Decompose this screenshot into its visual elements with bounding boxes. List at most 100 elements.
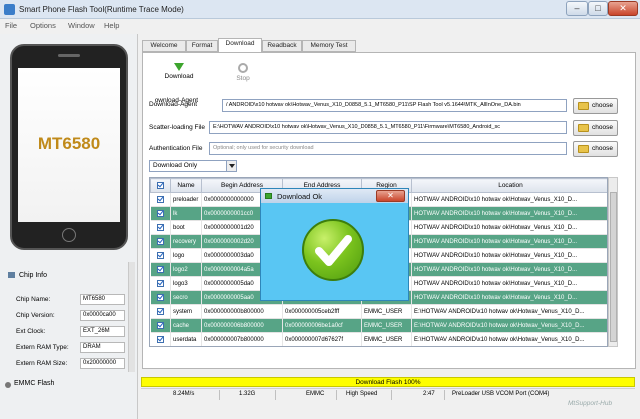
row-checkbox[interactable] bbox=[156, 321, 164, 329]
chip-info-title: Chip Info bbox=[19, 272, 48, 279]
row-checkbox[interactable] bbox=[156, 209, 164, 217]
scrollbar-thumb[interactable] bbox=[610, 192, 617, 342]
row-checkbox-cell[interactable] bbox=[150, 332, 171, 346]
chip-row: Chip Name: MT6580 bbox=[16, 294, 126, 306]
choose-label: choose bbox=[592, 145, 613, 152]
ext-clock-value: EXT_26M bbox=[80, 326, 125, 337]
menu-help[interactable]: Help bbox=[104, 21, 119, 30]
table-row[interactable]: cache 0x000000006b800000 0x000000006be1a0c… bbox=[150, 318, 607, 333]
download-agent-choose-button[interactable]: choose bbox=[573, 98, 618, 114]
dialog-title-bar: Download Ok ✕ bbox=[261, 189, 408, 203]
maximize-button[interactable]: □ bbox=[588, 1, 608, 16]
begin-address: 0x000000000b800000 bbox=[201, 304, 283, 319]
select-all-header[interactable] bbox=[150, 178, 171, 193]
end-address: 0x000000005ceb2fff bbox=[282, 304, 362, 319]
location: HOTWAV ANDROID\x10 hotwav ok\Hotwav_Venu… bbox=[411, 234, 607, 249]
status-bar: 8.24M/s 1.32G EMMC High Speed 2:47 PreLo… bbox=[141, 388, 635, 400]
download-button[interactable]: Download bbox=[163, 63, 195, 80]
phone-image: MT6580 bbox=[10, 44, 128, 250]
chip-info-scrollbar[interactable] bbox=[128, 262, 135, 372]
row-checkbox[interactable] bbox=[156, 265, 164, 273]
row-checkbox-cell[interactable] bbox=[150, 262, 171, 277]
folder-icon bbox=[578, 145, 589, 153]
choose-label: choose bbox=[592, 102, 613, 109]
row-checkbox-cell[interactable] bbox=[150, 220, 171, 235]
chip-version-label: Chip Version: bbox=[16, 312, 55, 319]
status-time: 2:47 bbox=[423, 391, 435, 397]
tab-readback[interactable]: Readback bbox=[262, 40, 302, 52]
select-all-checkbox[interactable] bbox=[157, 181, 164, 189]
tab-memory-test[interactable]: Memory Test bbox=[302, 40, 356, 52]
chip-row: Extern RAM Size: 0x20000000 bbox=[16, 358, 126, 370]
row-checkbox-cell[interactable] bbox=[150, 304, 171, 319]
location: HOTWAV ANDROID\x10 hotwav ok\Hotwav_Venu… bbox=[411, 192, 607, 207]
phone-speaker bbox=[58, 54, 80, 57]
phone-home-button bbox=[62, 228, 76, 242]
begin-address: 0x000000006b800000 bbox=[201, 318, 283, 333]
chip-info-panel: Chip Info Chip Name: MT6580 Chip Version… bbox=[6, 270, 134, 413]
download-progress-bar: Download Flash 100% bbox=[141, 377, 635, 387]
stop-button[interactable]: Stop bbox=[228, 63, 258, 82]
col-name: Name bbox=[170, 178, 202, 193]
menu-options[interactable]: Options bbox=[30, 21, 56, 30]
row-checkbox[interactable] bbox=[156, 307, 164, 315]
menu-bar: File Options Window Help bbox=[0, 19, 640, 33]
row-checkbox[interactable] bbox=[156, 335, 164, 343]
row-checkbox-cell[interactable] bbox=[150, 276, 171, 291]
tab-download[interactable]: Download bbox=[218, 38, 262, 52]
row-checkbox-cell[interactable] bbox=[150, 290, 171, 305]
partition-name: userdata bbox=[170, 332, 202, 346]
scatter-choose-button[interactable]: choose bbox=[573, 120, 618, 136]
region: EMMC_USER bbox=[361, 318, 412, 333]
table-row[interactable]: userdata 0x000000007b800000 0x000000007d67… bbox=[150, 332, 607, 346]
ram-type-label: Extern RAM Type: bbox=[16, 344, 69, 351]
row-checkbox-cell[interactable] bbox=[150, 206, 171, 221]
scatter-field[interactable]: E:\HOTWAV ANDROID\x10 hotwav ok\Hotwav_V… bbox=[209, 121, 567, 134]
partition-name: preloader bbox=[170, 192, 202, 207]
row-checkbox[interactable] bbox=[156, 251, 164, 259]
partition-name: secro bbox=[170, 290, 202, 305]
minimize-button[interactable]: – bbox=[566, 1, 588, 16]
tab-format[interactable]: Format bbox=[186, 40, 218, 52]
stop-icon bbox=[238, 63, 248, 73]
region: EMMC_USER bbox=[361, 332, 412, 346]
row-checkbox[interactable] bbox=[156, 237, 164, 245]
auth-label: Authentication File bbox=[149, 145, 203, 152]
download-agent-field[interactable]: / ANDROID\x10 hotwav ok\Hotwav_Venus_X10… bbox=[222, 99, 567, 112]
row-checkbox[interactable] bbox=[156, 279, 164, 287]
ram-size-label: Extern RAM Size: bbox=[16, 360, 68, 367]
success-checkmark-icon bbox=[302, 219, 364, 281]
location: E:\HOTWAV ANDROID\x10 hotwav ok\Hotwav_V… bbox=[411, 318, 607, 333]
chip-icon bbox=[8, 272, 15, 279]
row-checkbox-cell[interactable] bbox=[150, 192, 171, 207]
tab-welcome[interactable]: Welcome bbox=[142, 40, 186, 52]
row-checkbox[interactable] bbox=[156, 293, 164, 301]
dialog-close-button[interactable]: ✕ bbox=[376, 190, 405, 202]
menu-file[interactable]: File bbox=[5, 21, 17, 30]
folder-icon bbox=[578, 102, 589, 110]
col-location: Location bbox=[411, 178, 607, 193]
row-checkbox[interactable] bbox=[156, 195, 164, 203]
chip-info-header: Chip Info bbox=[8, 272, 47, 279]
window-title: Smart Phone Flash Tool(Runtime Trace Mod… bbox=[19, 5, 184, 14]
status-storage: EMMC bbox=[306, 391, 325, 397]
end-address: 0x000000007d67627f bbox=[282, 332, 362, 346]
location: HOTWAV ANDROID\x10 hotwav ok\Hotwav_Venu… bbox=[411, 276, 607, 291]
download-mode-select[interactable]: Download Only bbox=[149, 160, 237, 172]
table-scrollbar[interactable] bbox=[608, 177, 618, 347]
row-checkbox[interactable] bbox=[156, 223, 164, 231]
menu-window[interactable]: Window bbox=[68, 21, 95, 30]
row-checkbox-cell[interactable] bbox=[150, 234, 171, 249]
download-label: Download bbox=[164, 73, 194, 80]
row-checkbox-cell[interactable] bbox=[150, 318, 171, 333]
status-size: 1.32G bbox=[239, 391, 256, 397]
partition-name: boot bbox=[170, 220, 202, 235]
download-agent-label-2: Download-Agent bbox=[149, 101, 198, 108]
auth-choose-button[interactable]: choose bbox=[573, 141, 618, 157]
row-checkbox-cell[interactable] bbox=[150, 248, 171, 263]
table-row[interactable]: system 0x000000000b800000 0x000000005ceb2f… bbox=[150, 304, 607, 319]
app-icon bbox=[4, 4, 15, 15]
dialog-title: Download Ok bbox=[277, 192, 323, 201]
close-button[interactable]: ✕ bbox=[608, 1, 638, 16]
auth-field[interactable]: Optional; only used for security downloa… bbox=[209, 142, 567, 155]
